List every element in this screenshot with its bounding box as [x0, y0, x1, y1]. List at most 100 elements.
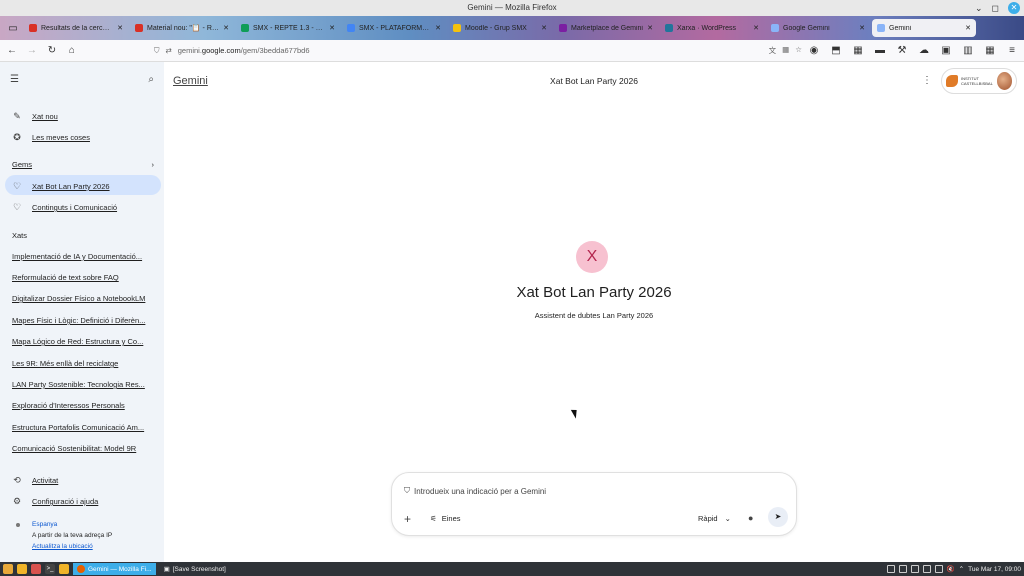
translate-icon[interactable]: 文: [769, 45, 777, 56]
tools-button[interactable]: ⚟ Eines: [430, 514, 461, 523]
back-icon[interactable]: ←: [4, 43, 20, 59]
forward-icon[interactable]: →: [24, 43, 40, 59]
tab[interactable]: Google Gemini ✕: [766, 19, 870, 37]
app-icon[interactable]: [31, 564, 41, 574]
gem-title: Xat Bot Lan Party 2026: [516, 284, 672, 301]
chat-item[interactable]: Digitalizar Dossier Físico a NotebookLM: [12, 294, 156, 303]
display-icon[interactable]: [934, 565, 943, 573]
gem-item-xat-bot[interactable]: ♡ Xat Bot Lan Party 2026: [12, 181, 110, 192]
network-icon[interactable]: [922, 565, 931, 573]
minimize-button[interactable]: ⌄: [975, 2, 983, 14]
chat-item[interactable]: Reformulació de text sobre FAQ: [12, 273, 156, 282]
conversation-title: Xat Bot Lan Party 2026: [550, 76, 638, 86]
clock[interactable]: Tue Mar 17, 09:00: [968, 566, 1021, 573]
taskbar-window-screenshot[interactable]: ▣ [Save Screenshot]: [160, 563, 230, 575]
navigation-bar: ← → ↻ ⌂ ⛉ ⇄ gemini.google.com/gem/3bedda…: [0, 40, 1024, 62]
shield-icon[interactable]: ⛉: [154, 46, 160, 56]
close-tab-icon[interactable]: ✕: [965, 24, 971, 32]
model-selector[interactable]: Ràpid ⌄: [698, 514, 731, 523]
my-stuff-button[interactable]: ✪ Les meves coses: [12, 132, 90, 143]
home-icon[interactable]: ⌂: [64, 43, 80, 59]
notes-icon[interactable]: [898, 565, 907, 573]
close-tab-icon[interactable]: ✕: [753, 24, 759, 32]
tab[interactable]: Resultats de la cerca - m ✕: [24, 19, 128, 37]
site-icon: [453, 24, 461, 32]
folder-icon[interactable]: [59, 564, 69, 574]
close-tab-icon[interactable]: ✕: [329, 24, 335, 32]
maximize-button[interactable]: ◻: [992, 2, 999, 14]
stuff-icon: ✪: [13, 132, 21, 142]
location-country: Espanya: [32, 521, 58, 528]
chevron-up-icon[interactable]: ⌃: [959, 565, 964, 573]
permissions-icon[interactable]: ⇄: [165, 46, 171, 55]
chat-item[interactable]: Comunicació Sostenibilitat: Model 9R: [12, 444, 156, 453]
terminal-icon[interactable]: >_: [45, 564, 55, 574]
calendar-icon[interactable]: ▣: [938, 43, 954, 59]
tab-active[interactable]: Gemini ✕: [872, 19, 976, 37]
close-tab-icon[interactable]: ✕: [435, 24, 441, 32]
taskbar-window-firefox[interactable]: Gemini — Mozilla Fi...: [73, 563, 156, 575]
screenshot-icon: ▣: [163, 566, 170, 573]
settings-button[interactable]: ⚙ Configuració i ajuda: [12, 496, 98, 507]
extensions-grid-icon[interactable]: ▦: [782, 45, 789, 56]
url-bar[interactable]: ⛉ ⇄ gemini.google.com/gem/3bedda677bd6 文…: [154, 43, 802, 59]
close-window-button[interactable]: ✕: [1008, 2, 1020, 14]
more-options-icon[interactable]: ⋮: [922, 75, 932, 86]
gemini-icon: [877, 24, 885, 32]
updates-icon[interactable]: [910, 565, 919, 573]
bookmark-star-icon[interactable]: ☆: [795, 45, 802, 56]
tools-icon[interactable]: ⚒: [894, 43, 910, 59]
tab[interactable]: Moodle - Grup SMX ✕: [448, 19, 552, 37]
chat-item[interactable]: Implementació de IA y Documentació...: [12, 252, 156, 261]
url-host: google.com: [201, 46, 241, 55]
sidebar-header: ☰ ⌕: [10, 74, 154, 85]
mode-label: Ràpid: [698, 514, 718, 523]
menu-icon[interactable]: ≡: [1004, 43, 1020, 59]
account-switcher[interactable]: INSTITUT CASTELLBISBAL: [941, 68, 1017, 94]
chat-item[interactable]: Estructura Portafolis Comunicació Am...: [12, 423, 156, 432]
new-chat-button[interactable]: ✎ Xat nou: [12, 111, 58, 122]
start-menu-icon[interactable]: [3, 564, 13, 574]
tab[interactable]: SMX - PLATAFORMA SMX✕: [342, 19, 446, 37]
tab[interactable]: Material nou: "📋 - Rúb ✕: [130, 19, 234, 37]
gems-heading[interactable]: Gems ›: [12, 160, 154, 169]
tab[interactable]: Xarxa · WordPress ✕: [660, 19, 764, 37]
update-location-link[interactable]: Actualitza la ubicació: [32, 543, 93, 550]
reload-icon[interactable]: ↻: [44, 43, 60, 59]
close-tab-icon[interactable]: ✕: [117, 24, 123, 32]
chat-item[interactable]: Exploració d'Interessos Personals: [12, 401, 156, 410]
menu-icon[interactable]: ☰: [10, 74, 19, 85]
search-icon[interactable]: ⌕: [148, 74, 154, 85]
chat-item[interactable]: Mapes Físic i Lògic: Definició i Diferèn…: [12, 316, 156, 325]
add-attachment-button[interactable]: +: [404, 512, 411, 526]
tab-overview-icon[interactable]: ▭: [4, 19, 22, 37]
volume-muted-icon[interactable]: 🔇: [947, 565, 955, 573]
chat-item[interactable]: Les 9R: Més enllà del reciclatge: [12, 359, 156, 368]
gem-avatar: X: [576, 241, 608, 273]
cloud-icon[interactable]: ☁: [916, 43, 932, 59]
clipboard-icon[interactable]: [886, 565, 895, 573]
extension-icon[interactable]: ⬒: [828, 43, 844, 59]
sheets-icon: [241, 24, 249, 32]
microphone-icon[interactable]: ●: [748, 513, 753, 523]
sheets-icon[interactable]: ▥: [960, 43, 976, 59]
grid-icon[interactable]: ▦: [982, 43, 998, 59]
account-icon[interactable]: ◉: [806, 43, 822, 59]
media-icon[interactable]: ▬: [872, 43, 888, 59]
close-tab-icon[interactable]: ✕: [647, 24, 653, 32]
tab[interactable]: Marketplace de Gemini ✕: [554, 19, 658, 37]
chat-item[interactable]: LAN Party Sostenible: Tecnologia Res...: [12, 380, 156, 389]
activity-button[interactable]: ⟲ Activitat: [12, 475, 58, 486]
close-tab-icon[interactable]: ✕: [859, 24, 865, 32]
tab[interactable]: SMX - REPTE 1.3 - LAN ✕: [236, 19, 340, 37]
close-tab-icon[interactable]: ✕: [541, 24, 547, 32]
activity-label: Activitat: [32, 476, 59, 485]
prompt-input[interactable]: ⛉ Introdueix una indicació per a Gemini: [404, 486, 546, 496]
prompt-composer: ⛉ Introdueix una indicació per a Gemini …: [391, 472, 797, 536]
gem-item-continguts[interactable]: ♡ Continguts i Comunicació: [12, 202, 117, 213]
close-tab-icon[interactable]: ✕: [223, 24, 229, 32]
send-button[interactable]: ➤: [768, 507, 788, 527]
apps-icon[interactable]: ▦: [850, 43, 866, 59]
chat-item[interactable]: Mapa Lógico de Red: Estructura y Co...: [12, 337, 156, 346]
folder-icon[interactable]: [17, 564, 27, 574]
